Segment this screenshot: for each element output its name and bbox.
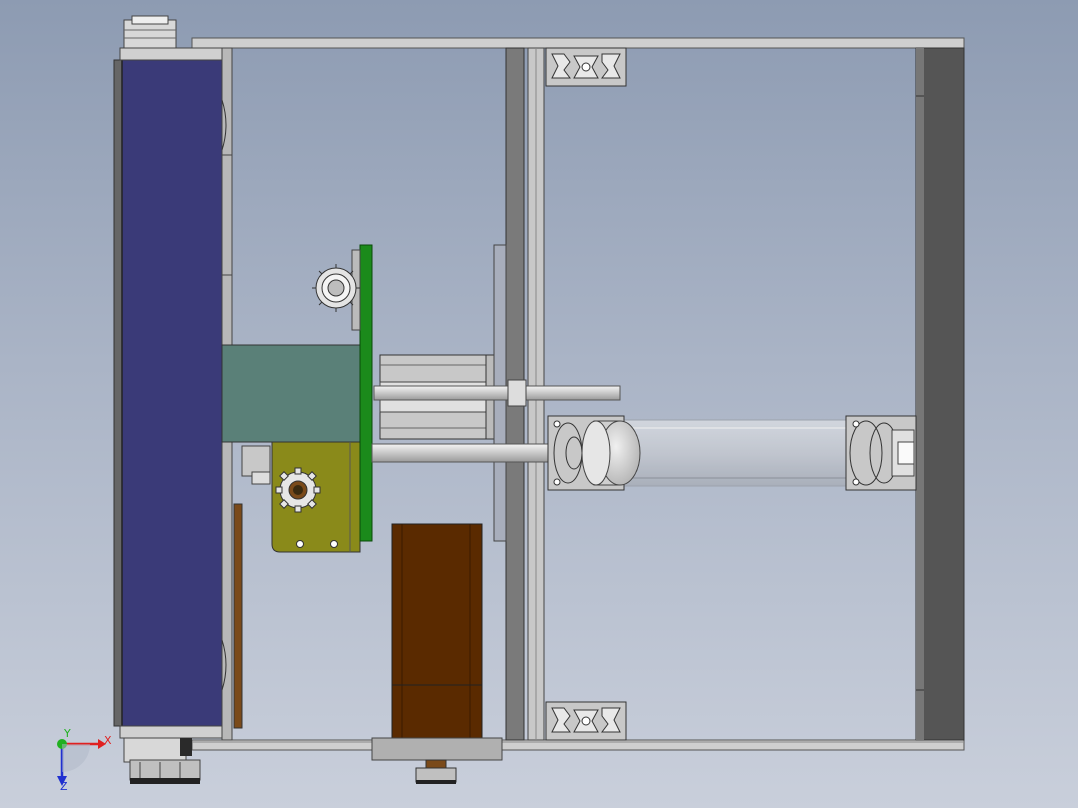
stepper-motor[interactable] [371, 523, 503, 761]
roller-drum[interactable] [581, 420, 641, 486]
aluminium-extrusion-bottom[interactable] [545, 701, 627, 741]
green-circuit-board[interactable] [359, 244, 373, 542]
coordinate-triad: X Y Z [57, 727, 112, 793]
triad-z-label: Z [60, 780, 68, 793]
aluminium-extrusion-top[interactable] [545, 47, 627, 87]
drive-sprocket[interactable] [275, 467, 321, 513]
cad-assembly-drawing[interactable]: X Y Z [0, 0, 1078, 808]
top-frame-rail[interactable] [191, 37, 965, 49]
cad-viewport[interactable]: X Y Z [0, 0, 1078, 808]
teal-gear-housing[interactable] [221, 344, 363, 443]
conveyor-belt[interactable] [121, 57, 225, 729]
lower-shaft[interactable] [371, 443, 573, 463]
right-bearing-block[interactable] [845, 415, 917, 491]
bottom-pulley[interactable] [123, 737, 201, 784]
top-pulley[interactable] [123, 15, 177, 49]
upper-gear[interactable] [312, 264, 360, 312]
motor-sprocket[interactable] [415, 759, 457, 784]
triad-y-label: Y [63, 727, 71, 740]
upper-shaft[interactable] [373, 385, 621, 401]
triad-x-label: X [104, 734, 112, 747]
brown-guide-strip[interactable] [233, 503, 243, 729]
